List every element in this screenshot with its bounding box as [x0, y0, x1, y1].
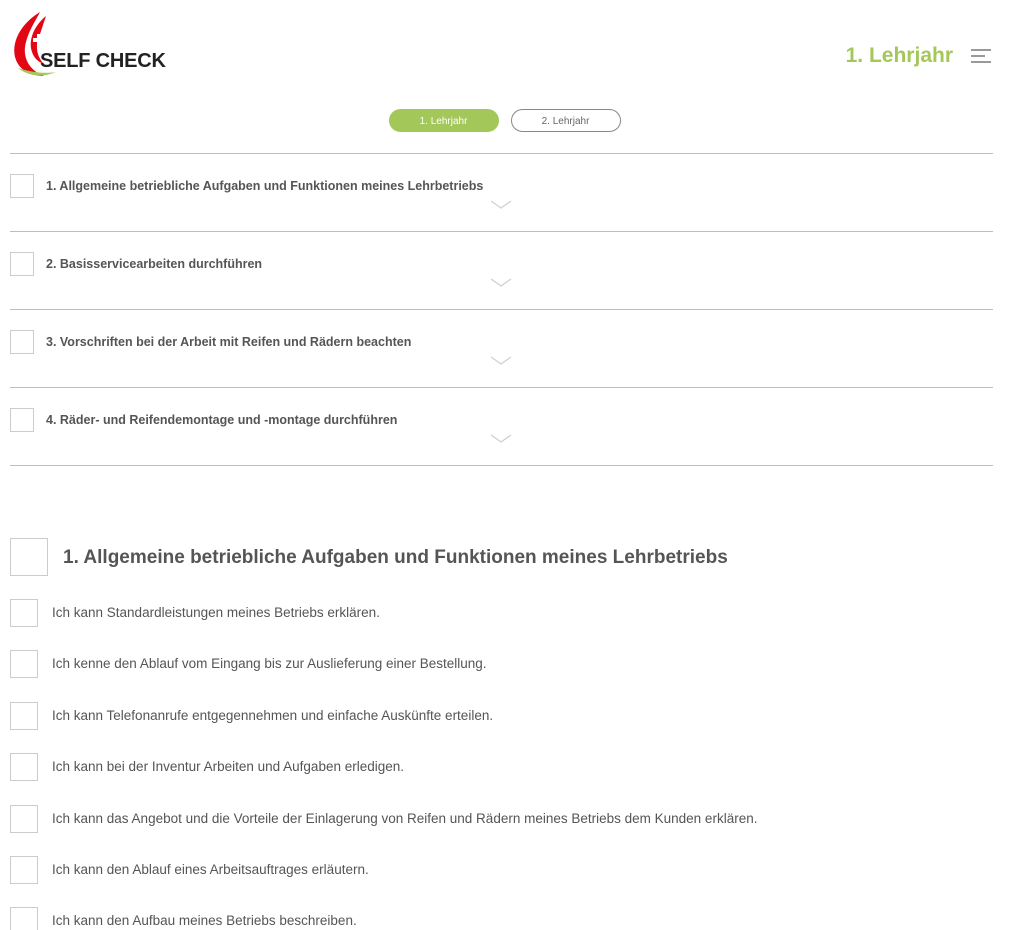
accordion-checkbox[interactable] [10, 174, 34, 198]
checklist-item: Ich kann den Aufbau meines Betriebs besc… [10, 907, 993, 930]
self-check-page: SELF CHECK 1. Lehrjahr 1. Lehrjahr 2. Le… [0, 0, 1009, 930]
accordion-item[interactable]: 4. Räder- und Reifendemontage und -monta… [10, 387, 993, 466]
checklist-item: Ich kenne den Ablauf vom Eingang bis zur… [10, 650, 993, 701]
item-checkbox[interactable] [10, 753, 38, 782]
checklist: Ich kann Standardleistungen meines Betri… [10, 599, 993, 930]
chevron-down-icon[interactable] [490, 278, 512, 288]
checklist-item: Ich kann das Angebot und die Vorteile de… [10, 804, 993, 856]
accordion-item[interactable]: 3. Vorschriften bei der Arbeit mit Reife… [10, 309, 993, 387]
item-label: Ich kann den Ablauf eines Arbeitsauftrag… [52, 861, 369, 877]
accordion-item-label: 3. Vorschriften bei der Arbeit mit Reife… [46, 335, 412, 349]
chevron-down-icon[interactable] [490, 200, 512, 210]
tab-lehrjahr-2[interactable]: 2. Lehrjahr [510, 109, 621, 132]
section-checkbox[interactable] [10, 538, 48, 576]
accordion-item[interactable]: 2. Basisservicearbeiten durchführen [10, 231, 993, 309]
item-label: Ich kann das Angebot und die Vorteile de… [52, 810, 758, 826]
item-checkbox[interactable] [10, 855, 38, 884]
item-checkbox[interactable] [10, 599, 38, 627]
self-check-logo[interactable]: SELF CHECK [10, 10, 170, 82]
tab-lehrjahr-1[interactable]: 1. Lehrjahr [388, 109, 499, 132]
logo-text: SELF CHECK [40, 50, 166, 72]
accordion-item-label: 2. Basisservicearbeiten durchführen [46, 257, 263, 271]
item-checkbox[interactable] [10, 907, 38, 930]
item-checkbox[interactable] [10, 650, 38, 679]
item-label: Ich kann den Aufbau meines Betriebs besc… [52, 913, 357, 929]
item-label: Ich kann Standardleistungen meines Betri… [52, 605, 380, 620]
checklist-item: Ich kann bei der Inventur Arbeiten und A… [10, 753, 993, 804]
accordion-checkbox[interactable] [10, 252, 34, 276]
checklist-item: Ich kann Standardleistungen meines Betri… [10, 599, 993, 650]
accordion-item-label: 4. Räder- und Reifendemontage und -monta… [46, 413, 398, 427]
item-checkbox[interactable] [10, 701, 38, 730]
hamburger-menu-icon[interactable] [971, 49, 991, 65]
section-title: 1. Allgemeine betriebliche Aufgaben und … [63, 547, 728, 568]
accordion-item[interactable]: 1. Allgemeine betriebliche Aufgaben und … [10, 153, 993, 231]
checklist-item: Ich kann den Ablauf eines Arbeitsauftrag… [10, 855, 993, 907]
accordion-checkbox[interactable] [10, 408, 34, 432]
item-label: Ich kann bei der Inventur Arbeiten und A… [52, 759, 405, 775]
page-title: 1. Lehrjahr [845, 44, 953, 67]
chevron-down-icon[interactable] [490, 434, 512, 444]
topic-accordion: 1. Allgemeine betriebliche Aufgaben und … [10, 153, 993, 466]
section-header: 1. Allgemeine betriebliche Aufgaben und … [10, 538, 993, 578]
item-label: Ich kenne den Ablauf vom Eingang bis zur… [52, 656, 487, 672]
checklist-item: Ich kann Telefonanrufe entgegennehmen un… [10, 701, 993, 753]
year-tabs: 1. Lehrjahr 2. Lehrjahr [0, 109, 1009, 132]
chevron-down-icon[interactable] [490, 356, 512, 366]
accordion-checkbox[interactable] [10, 330, 34, 354]
item-checkbox[interactable] [10, 804, 38, 833]
item-label: Ich kann Telefonanrufe entgegennehmen un… [52, 707, 494, 723]
accordion-item-label: 1. Allgemeine betriebliche Aufgaben und … [46, 179, 484, 193]
